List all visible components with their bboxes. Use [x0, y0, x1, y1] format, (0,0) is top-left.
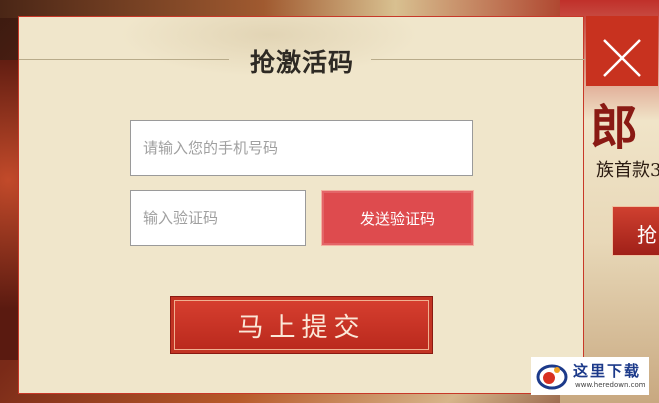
dialog-title: 抢激活码	[249, 48, 354, 77]
phone-number-input[interactable]	[130, 120, 473, 176]
background-grab-button[interactable]: 抢	[612, 206, 659, 256]
watermark-url: www.heredown.com	[575, 381, 646, 389]
logo-icon	[536, 364, 568, 390]
close-icon	[603, 38, 641, 77]
watermark-logo: 这里下载 www.heredown.com	[531, 357, 649, 395]
send-code-button[interactable]: 发送验证码	[321, 190, 474, 246]
close-button[interactable]	[586, 16, 658, 86]
background-banner-text: 郎	[590, 100, 639, 156]
background-promo-text: 族首款31	[596, 160, 659, 181]
watermark-name: 这里下载	[573, 362, 642, 380]
submit-button[interactable]: 马上提交	[170, 296, 433, 354]
verification-code-input[interactable]	[130, 190, 306, 246]
